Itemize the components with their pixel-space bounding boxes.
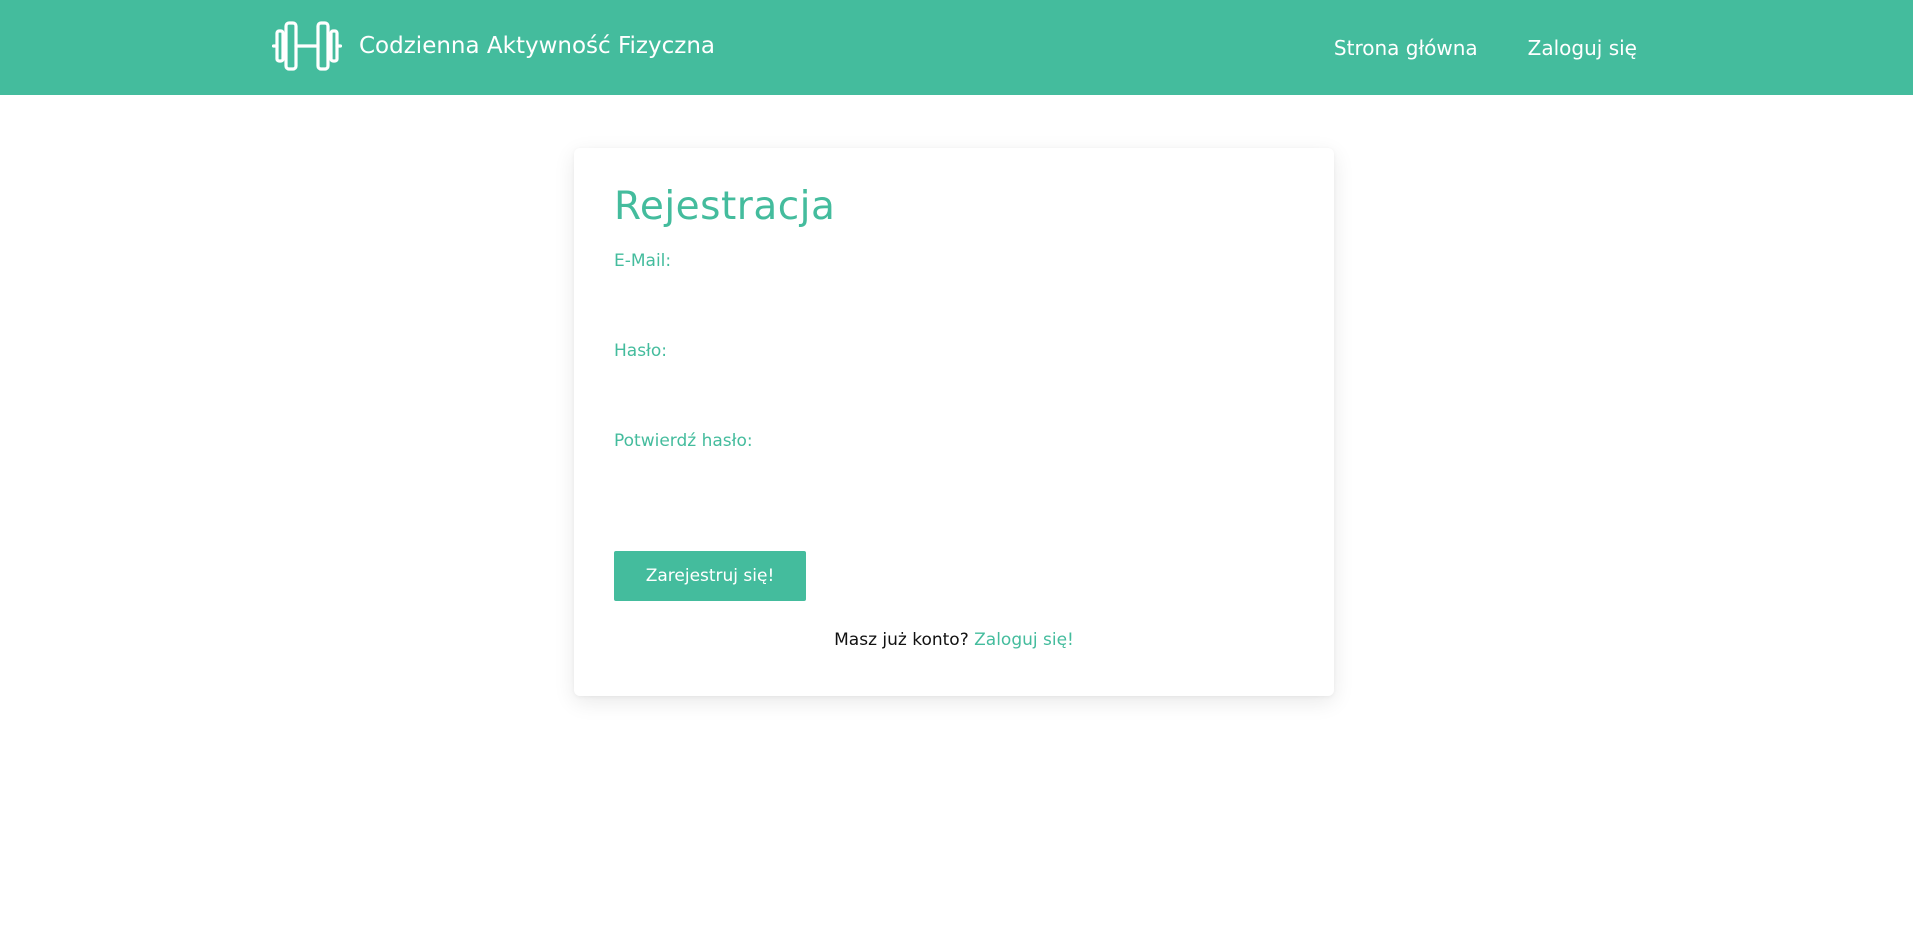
brand-title: Codzienna Aktywność Fizyczna xyxy=(359,33,716,59)
login-prompt-text: Masz już konto? xyxy=(834,630,969,650)
nav-home-link[interactable]: Strona główna xyxy=(1334,36,1478,60)
confirm-password-field[interactable] xyxy=(614,458,1294,492)
password-field[interactable] xyxy=(614,368,1294,402)
page-title: Rejestracja xyxy=(614,184,836,229)
nav-login-link[interactable]: Zaloguj się xyxy=(1528,36,1637,60)
email-label: E-Mail: xyxy=(614,251,672,271)
registration-card: Rejestracja E-Mail: Hasło: Potwierdź has… xyxy=(574,148,1334,696)
top-navbar: Codzienna Aktywność Fizyczna Strona głów… xyxy=(0,0,1913,95)
nav-links: Strona główna Zaloguj się xyxy=(1284,0,1637,95)
login-link[interactable]: Zaloguj się! xyxy=(974,630,1074,650)
password-label: Hasło: xyxy=(614,341,668,361)
confirm-password-label: Potwierdź hasło: xyxy=(614,431,753,451)
email-field[interactable] xyxy=(614,278,1294,312)
login-prompt: Masz już konto? Zaloguj się! xyxy=(574,630,1334,650)
brand-link[interactable]: Codzienna Aktywność Fizyczna xyxy=(272,20,715,72)
dumbbell-icon xyxy=(272,21,342,71)
register-button[interactable]: Zarejestruj się! xyxy=(614,551,806,601)
